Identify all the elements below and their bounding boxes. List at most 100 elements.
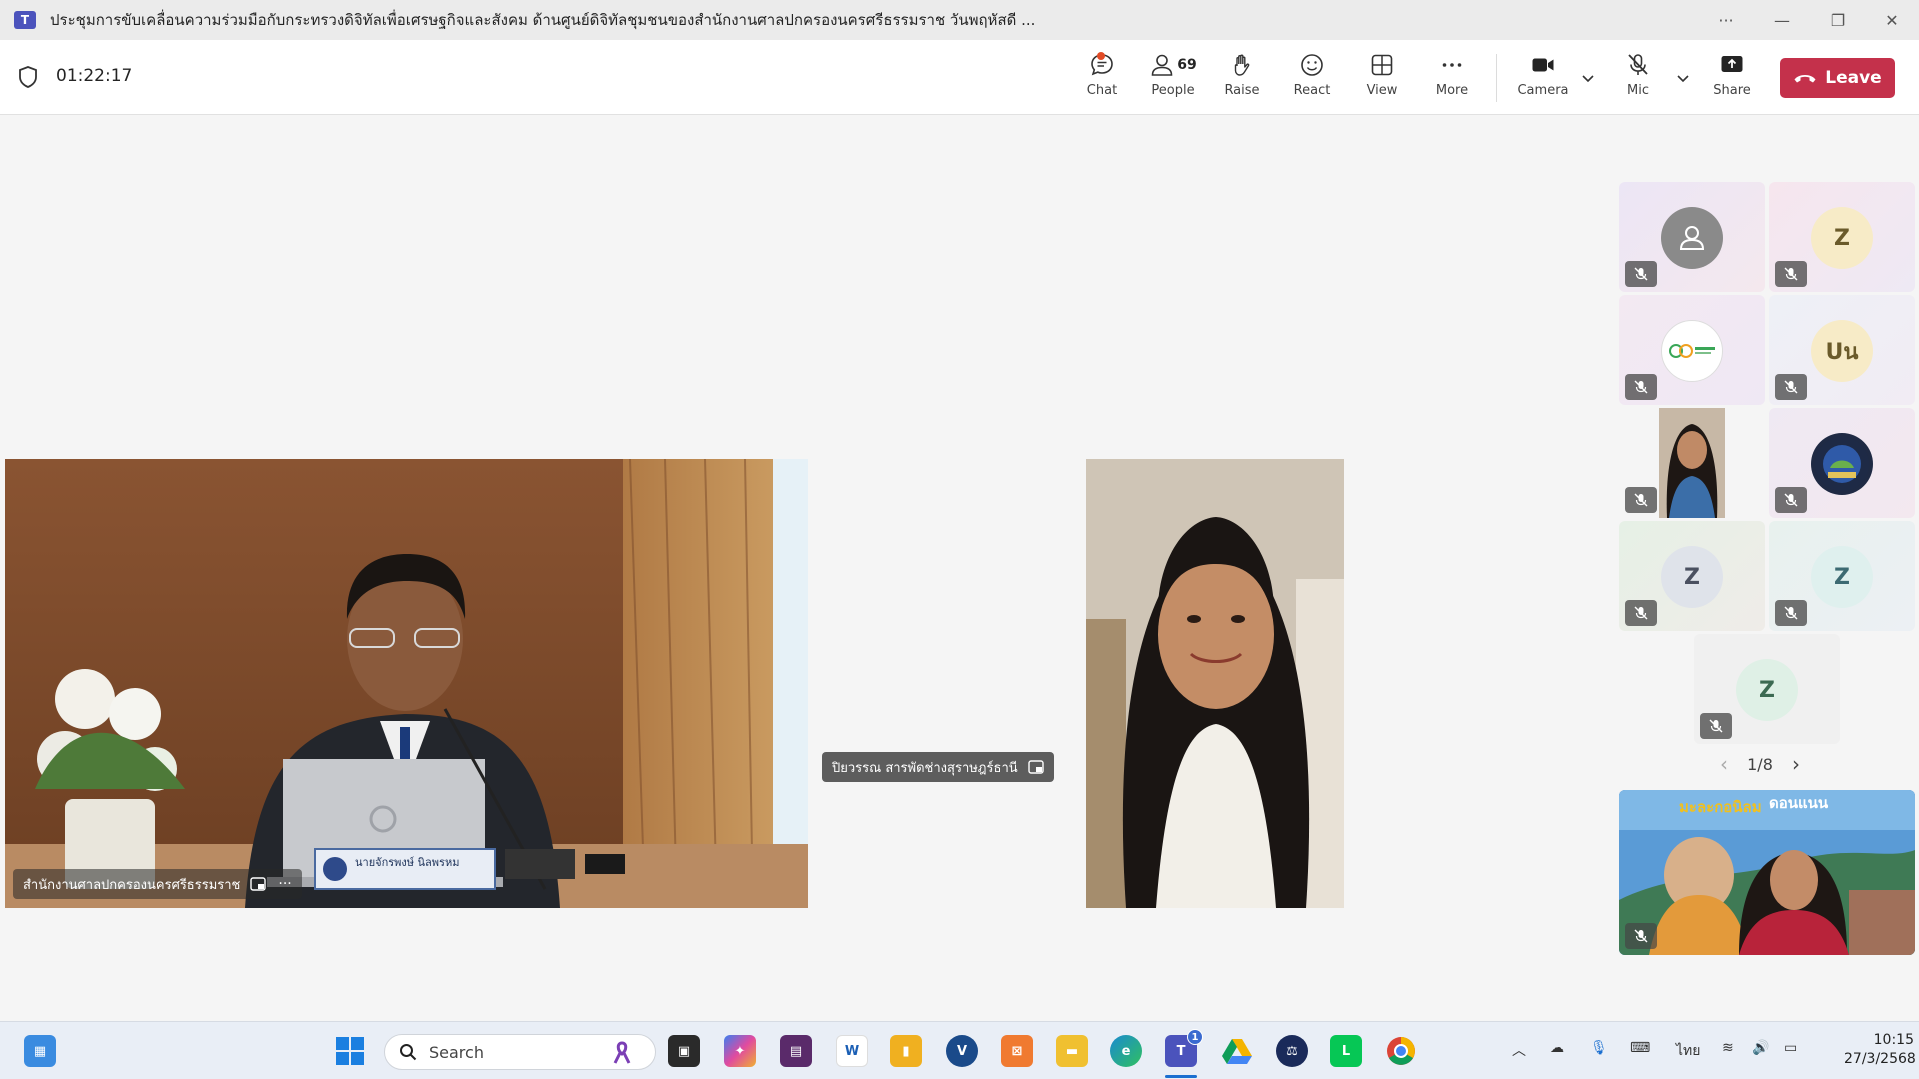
agency-app-icon[interactable]: ⚖ (1276, 1035, 1308, 1067)
generic-avatar-icon (1661, 207, 1723, 269)
clock-date: 27/3/2568 (1844, 1051, 1916, 1067)
mic-muted-icon (1775, 261, 1807, 287)
windows-logo-icon (336, 1037, 364, 1065)
mic-muted-icon (1625, 261, 1657, 287)
participant-pager: ‹ 1/8 › (1720, 752, 1800, 776)
word-app-icon[interactable]: W (836, 1035, 868, 1067)
restore-button[interactable]: ❐ (1810, 0, 1866, 40)
mic-options-chevron-icon[interactable] (1673, 68, 1693, 88)
line-app-icon[interactable]: L (1330, 1035, 1362, 1067)
mic-muted-icon (1775, 487, 1807, 513)
react-label: React (1293, 83, 1331, 98)
participant-tile-4[interactable]: Uน (1769, 295, 1915, 405)
keyboard-icon[interactable]: ⌨ (1630, 1040, 1650, 1056)
raise-hand-button[interactable]: Raise (1211, 50, 1273, 106)
mic-off-icon (1628, 54, 1648, 75)
participant-avatar-initials: Z (1736, 659, 1798, 721)
participant-tile-7[interactable]: Z (1619, 521, 1765, 631)
system-clock[interactable]: 10:15 27/3/2568 (1844, 1031, 1916, 1069)
pager-prev-button[interactable]: ‹ (1720, 752, 1728, 776)
second-speaker-name: ปิยวรรณ สารพัดช่างสุราษฎร์ธานี (832, 760, 1018, 776)
show-hidden-icons-chevron-icon[interactable]: ︿ (1512, 1040, 1526, 1060)
second-speaker-nametag: ปิยวรรณ สารพัดช่างสุราษฎร์ธานี (822, 752, 1054, 782)
widgets-icon[interactable]: ▦ (24, 1035, 56, 1067)
participant-tile-1[interactable] (1619, 182, 1765, 292)
active-app-indicator (1165, 1075, 1197, 1078)
windows-taskbar: ▦ Search ▣ ✦ ▤ W ▮ V ⊠ ▬ e T1 ⚖ L ︿ ☁ 🎙 … (0, 1021, 1919, 1079)
share-button[interactable]: Share (1701, 50, 1763, 106)
mic-muted-icon (1775, 600, 1807, 626)
raise-hand-icon (1234, 54, 1250, 76)
main-speaker-more-button[interactable]: ··· (278, 876, 291, 892)
power-bi-icon[interactable]: ▮ (890, 1035, 922, 1067)
camera-button[interactable]: Camera (1512, 50, 1574, 106)
shield-icon[interactable] (18, 66, 38, 88)
winrar-icon[interactable]: ▤ (780, 1035, 812, 1067)
participant-avatar-initials: Z (1811, 546, 1873, 608)
people-button[interactable]: 69 People (1141, 50, 1205, 106)
search-placeholder: Search (429, 1042, 484, 1062)
window-title: ประชุมการขับเคลื่อนความร่วมมือกับกระทรวง… (50, 11, 1036, 29)
react-button[interactable]: React (1281, 50, 1343, 106)
smiley-icon (1301, 54, 1323, 76)
participant-avatar-initials: Uน (1811, 320, 1873, 382)
minimize-button[interactable]: — (1754, 0, 1810, 40)
main-speaker-scene: นายจักรพงษ์ นิลพรหม (5, 459, 808, 908)
leave-label: Leave (1825, 68, 1882, 88)
file-explorer-icon[interactable]: ▬ (1056, 1035, 1088, 1067)
teams-taskbar-icon[interactable]: T1 (1165, 1029, 1203, 1067)
more-dots-icon (1442, 63, 1462, 67)
participant-tile-9[interactable]: Z (1694, 634, 1840, 744)
mic-muted-icon (1625, 487, 1657, 513)
toolbar-divider (1496, 54, 1497, 102)
share-screen-icon (1721, 56, 1743, 72)
input-language[interactable]: ไทย (1676, 1040, 1700, 1062)
self-view-video[interactable]: มะละกอนิลม ดอนแนน (1619, 790, 1915, 955)
mic-muted-icon (1775, 374, 1807, 400)
camera-icon (1532, 58, 1554, 72)
hang-up-icon (1794, 75, 1816, 83)
main-speaker-name: สำนักงานศาลปกครองนครศรีธรรมราช (23, 877, 241, 893)
microphone-in-use-icon[interactable]: 🎙 (1590, 1040, 1608, 1056)
wifi-icon[interactable]: ≋ (1722, 1040, 1734, 1056)
copilot-icon[interactable]: ✦ (724, 1035, 756, 1067)
mic-muted-icon (1625, 600, 1657, 626)
onedrive-cloud-icon[interactable]: ☁ (1550, 1040, 1564, 1056)
xampp-icon[interactable]: ⊠ (1001, 1035, 1033, 1067)
volume-icon[interactable]: 🔊 (1752, 1040, 1769, 1056)
main-speaker-video[interactable]: นายจักรพงษ์ นิลพรหม สำนักงานศาลปกครองนคร… (5, 459, 808, 908)
teams-logo-icon: T (14, 11, 36, 29)
participant-tile-3[interactable] (1619, 295, 1765, 405)
participant-tile-8[interactable]: Z (1769, 521, 1915, 631)
leave-button[interactable]: Leave (1780, 58, 1895, 98)
vpn-app-icon[interactable]: V (946, 1035, 978, 1067)
pager-next-button[interactable]: › (1792, 752, 1800, 776)
edge-browser-icon[interactable]: e (1110, 1035, 1142, 1067)
chat-button[interactable]: Chat (1071, 50, 1133, 106)
grid-view-icon (1371, 54, 1393, 76)
close-button[interactable]: ✕ (1864, 0, 1919, 40)
mic-muted-icon (1625, 374, 1657, 400)
chrome-browser-icon[interactable] (1385, 1035, 1417, 1067)
start-button[interactable] (334, 1035, 366, 1067)
participant-photo (1659, 408, 1725, 518)
organization-emblem-icon (1811, 433, 1873, 495)
participant-tile-2[interactable]: Z (1769, 182, 1915, 292)
participant-tile-6[interactable] (1769, 408, 1915, 518)
participant-tile-5[interactable] (1619, 408, 1765, 518)
task-view-icon[interactable]: ▣ (668, 1035, 700, 1067)
google-drive-icon[interactable] (1221, 1035, 1253, 1067)
pin-icon[interactable] (250, 877, 267, 891)
taskbar-search-box[interactable]: Search (384, 1034, 656, 1070)
second-speaker-scene (1086, 459, 1344, 908)
view-button[interactable]: View (1351, 50, 1413, 106)
camera-label: Camera (1517, 83, 1569, 98)
main-speaker-nametag: สำนักงานศาลปกครองนครศรีธรรมราช ··· (13, 869, 302, 899)
mic-button[interactable]: Mic (1607, 50, 1669, 106)
second-speaker-video[interactable] (1086, 459, 1344, 908)
battery-icon[interactable]: ▭ (1784, 1040, 1797, 1056)
camera-options-chevron-icon[interactable] (1578, 68, 1598, 88)
pin-icon[interactable] (1027, 760, 1044, 774)
window-more-button[interactable]: ··· (1698, 0, 1754, 40)
more-button[interactable]: More (1421, 50, 1483, 106)
